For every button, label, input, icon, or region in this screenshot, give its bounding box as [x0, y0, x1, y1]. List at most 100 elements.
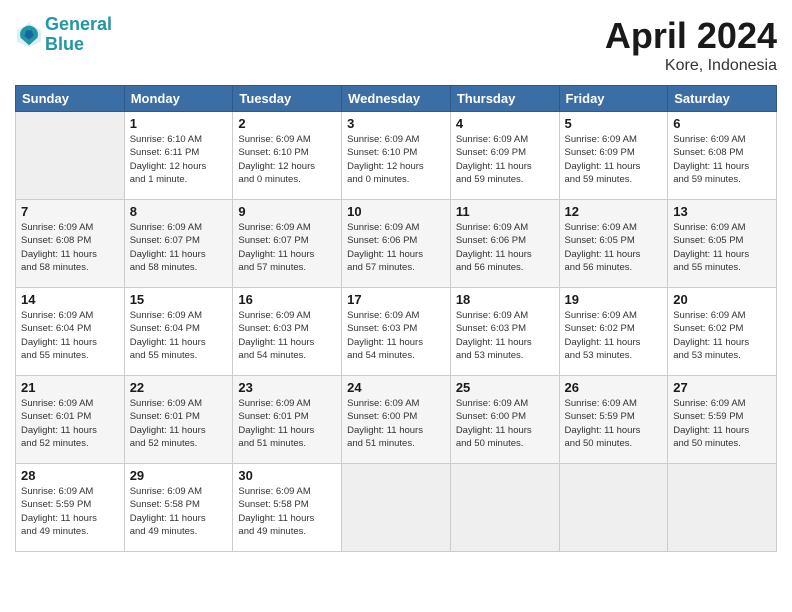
day-number: 25	[456, 380, 554, 395]
day-number: 9	[238, 204, 336, 219]
day-number: 3	[347, 116, 445, 131]
logo: General Blue	[15, 15, 112, 55]
day-number: 19	[565, 292, 663, 307]
day-number: 12	[565, 204, 663, 219]
calendar-cell: 17Sunrise: 6:09 AM Sunset: 6:03 PM Dayli…	[342, 288, 451, 376]
calendar-cell	[450, 464, 559, 552]
title-block: April 2024 Kore, Indonesia	[605, 15, 777, 75]
day-number: 5	[565, 116, 663, 131]
day-number: 11	[456, 204, 554, 219]
day-info: Sunrise: 6:09 AM Sunset: 6:08 PM Dayligh…	[673, 133, 771, 186]
calendar-cell: 18 Sunrise: 6:09 AM Sunset: 6:03 PM Dayli…	[450, 288, 559, 376]
day-number: 14	[21, 292, 119, 307]
day-number: 29	[130, 468, 228, 483]
day-info: Sunrise: 6:09 AM Sunset: 6:01 PM Dayligh…	[238, 397, 336, 450]
calendar-cell: 1Sunrise: 6:10 AM Sunset: 6:11 PM Daylig…	[124, 112, 233, 200]
day-info: Sunrise: 6:09 AM Sunset: 6:09 PM Dayligh…	[456, 133, 554, 186]
day-number: 13	[673, 204, 771, 219]
day-info: Sunrise: 6:09 AM Sunset: 6:00 PM Dayligh…	[456, 397, 554, 450]
calendar-cell: 23 Sunrise: 6:09 AM Sunset: 6:01 PM Dayli…	[233, 376, 342, 464]
calendar-cell: 30Sunrise: 6:09 AM Sunset: 5:58 PM Dayli…	[233, 464, 342, 552]
calendar-cell	[16, 112, 125, 200]
day-info: Sunrise: 6:09 AM Sunset: 5:59 PM Dayligh…	[21, 485, 119, 538]
day-info: Sunrise: 6:09 AM Sunset: 6:03 PM Dayligh…	[347, 309, 445, 362]
day-info: Sunrise: 6:09 AM Sunset: 6:01 PM Dayligh…	[130, 397, 228, 450]
day-info: Sunrise: 6:09 AM Sunset: 6:09 PM Dayligh…	[565, 133, 663, 186]
day-number: 23	[238, 380, 336, 395]
day-info: Sunrise: 6:09 AM Sunset: 6:02 PM Dayligh…	[565, 309, 663, 362]
day-info: Sunrise: 6:09 AM Sunset: 6:08 PM Dayligh…	[21, 221, 119, 274]
day-number: 16	[238, 292, 336, 307]
day-info: Sunrise: 6:09 AM Sunset: 6:01 PM Dayligh…	[21, 397, 119, 450]
calendar-cell	[668, 464, 777, 552]
day-info: Sunrise: 6:09 AM Sunset: 6:10 PM Dayligh…	[238, 133, 336, 186]
calendar-cell: 2 Sunrise: 6:09 AM Sunset: 6:10 PM Daylig…	[233, 112, 342, 200]
column-header-friday: Friday	[559, 86, 668, 112]
calendar-cell: 14 Sunrise: 6:09 AM Sunset: 6:04 PM Dayli…	[16, 288, 125, 376]
calendar-cell	[342, 464, 451, 552]
day-number: 28	[21, 468, 119, 483]
day-info: Sunrise: 6:09 AM Sunset: 6:06 PM Dayligh…	[456, 221, 554, 274]
calendar-cell: 13 Sunrise: 6:09 AM Sunset: 6:05 PM Dayli…	[668, 200, 777, 288]
day-info: Sunrise: 6:09 AM Sunset: 6:03 PM Dayligh…	[456, 309, 554, 362]
day-number: 27	[673, 380, 771, 395]
day-info: Sunrise: 6:09 AM Sunset: 6:07 PM Dayligh…	[130, 221, 228, 274]
calendar-cell: 16Sunrise: 6:09 AM Sunset: 6:03 PM Dayli…	[233, 288, 342, 376]
day-info: Sunrise: 6:09 AM Sunset: 6:04 PM Dayligh…	[21, 309, 119, 362]
calendar-cell: 9 Sunrise: 6:09 AM Sunset: 6:07 PM Daylig…	[233, 200, 342, 288]
column-header-tuesday: Tuesday	[233, 86, 342, 112]
day-number: 21	[21, 380, 119, 395]
day-info: Sunrise: 6:10 AM Sunset: 6:11 PM Dayligh…	[130, 133, 228, 186]
calendar-week-row: 14 Sunrise: 6:09 AM Sunset: 6:04 PM Dayli…	[16, 288, 777, 376]
day-info: Sunrise: 6:09 AM Sunset: 6:02 PM Dayligh…	[673, 309, 771, 362]
calendar-cell: 6 Sunrise: 6:09 AM Sunset: 6:08 PM Daylig…	[668, 112, 777, 200]
column-header-thursday: Thursday	[450, 86, 559, 112]
calendar-cell: 8 Sunrise: 6:09 AM Sunset: 6:07 PM Daylig…	[124, 200, 233, 288]
day-number: 6	[673, 116, 771, 131]
day-number: 24	[347, 380, 445, 395]
day-number: 18	[456, 292, 554, 307]
day-info: Sunrise: 6:09 AM Sunset: 6:07 PM Dayligh…	[238, 221, 336, 274]
calendar-cell: 29 Sunrise: 6:09 AM Sunset: 5:58 PM Dayli…	[124, 464, 233, 552]
day-number: 26	[565, 380, 663, 395]
day-info: Sunrise: 6:09 AM Sunset: 5:59 PM Dayligh…	[565, 397, 663, 450]
column-header-wednesday: Wednesday	[342, 86, 451, 112]
page-header: General Blue April 2024 Kore, Indonesia	[15, 15, 777, 75]
location: Kore, Indonesia	[605, 57, 777, 75]
day-info: Sunrise: 6:09 AM Sunset: 6:10 PM Dayligh…	[347, 133, 445, 186]
day-info: Sunrise: 6:09 AM Sunset: 5:59 PM Dayligh…	[673, 397, 771, 450]
day-number: 7	[21, 204, 119, 219]
day-info: Sunrise: 6:09 AM Sunset: 6:05 PM Dayligh…	[565, 221, 663, 274]
calendar-cell: 4 Sunrise: 6:09 AM Sunset: 6:09 PM Daylig…	[450, 112, 559, 200]
calendar-cell: 10 Sunrise: 6:09 AM Sunset: 6:06 PM Dayli…	[342, 200, 451, 288]
calendar-cell: 3 Sunrise: 6:09 AM Sunset: 6:10 PM Daylig…	[342, 112, 451, 200]
calendar-cell: 27 Sunrise: 6:09 AM Sunset: 5:59 PM Dayli…	[668, 376, 777, 464]
day-number: 8	[130, 204, 228, 219]
day-number: 4	[456, 116, 554, 131]
calendar-table: SundayMondayTuesdayWednesdayThursdayFrid…	[15, 85, 777, 552]
calendar-cell: 21 Sunrise: 6:09 AM Sunset: 6:01 PM Dayli…	[16, 376, 125, 464]
calendar-week-row: 28 Sunrise: 6:09 AM Sunset: 5:59 PM Dayli…	[16, 464, 777, 552]
calendar-cell: 7 Sunrise: 6:09 AM Sunset: 6:08 PM Daylig…	[16, 200, 125, 288]
day-number: 2	[238, 116, 336, 131]
calendar-cell: 22 Sunrise: 6:09 AM Sunset: 6:01 PM Dayli…	[124, 376, 233, 464]
column-header-saturday: Saturday	[668, 86, 777, 112]
calendar-week-row: 1Sunrise: 6:10 AM Sunset: 6:11 PM Daylig…	[16, 112, 777, 200]
calendar-cell: 25 Sunrise: 6:09 AM Sunset: 6:00 PM Dayli…	[450, 376, 559, 464]
logo-text: General Blue	[45, 15, 112, 55]
day-number: 22	[130, 380, 228, 395]
calendar-cell	[559, 464, 668, 552]
calendar-cell: 26 Sunrise: 6:09 AM Sunset: 5:59 PM Dayli…	[559, 376, 668, 464]
calendar-cell: 24 Sunrise: 6:09 AM Sunset: 6:00 PM Dayli…	[342, 376, 451, 464]
calendar-cell: 20Sunrise: 6:09 AM Sunset: 6:02 PM Dayli…	[668, 288, 777, 376]
day-info: Sunrise: 6:09 AM Sunset: 6:06 PM Dayligh…	[347, 221, 445, 274]
logo-icon	[15, 21, 43, 49]
column-header-monday: Monday	[124, 86, 233, 112]
month-title: April 2024	[605, 15, 777, 57]
day-info: Sunrise: 6:09 AM Sunset: 6:00 PM Dayligh…	[347, 397, 445, 450]
calendar-cell: 28 Sunrise: 6:09 AM Sunset: 5:59 PM Dayli…	[16, 464, 125, 552]
day-info: Sunrise: 6:09 AM Sunset: 5:58 PM Dayligh…	[130, 485, 228, 538]
day-number: 10	[347, 204, 445, 219]
day-info: Sunrise: 6:09 AM Sunset: 6:05 PM Dayligh…	[673, 221, 771, 274]
calendar-header-row: SundayMondayTuesdayWednesdayThursdayFrid…	[16, 86, 777, 112]
